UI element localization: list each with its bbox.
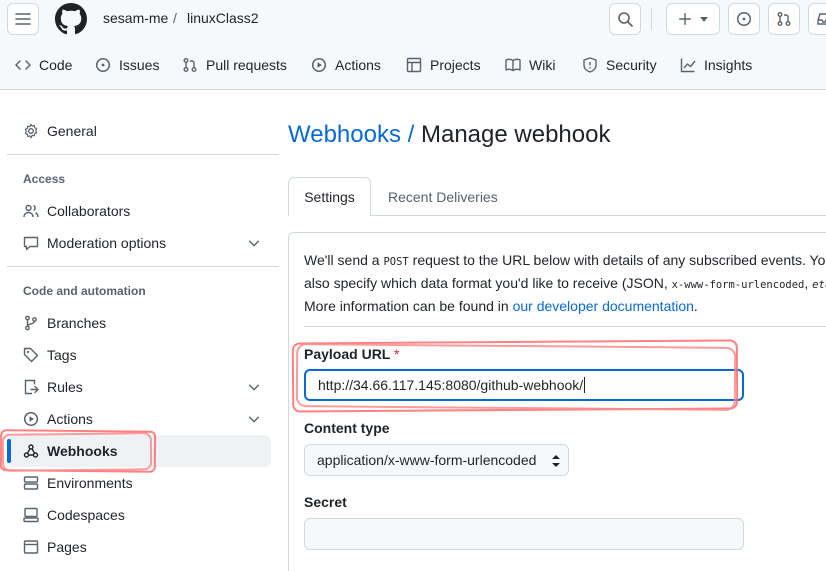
sidebar-item-general[interactable]: General [7,115,271,147]
content-type-select[interactable]: application/x-www-form-urlencoded [304,444,569,476]
sidebar-divider [7,266,279,267]
sidebar-item-collaborators[interactable]: Collaborators [7,195,271,227]
book-icon [505,58,521,72]
sidebar-item-label: Pages [47,539,87,555]
repo-tab-issues[interactable]: Issues [95,57,159,73]
menu-button[interactable] [7,3,39,35]
chevron-down-icon [248,240,260,247]
play-icon [311,57,327,73]
triangle-down-icon [700,17,708,22]
graph-icon [680,58,696,73]
search-icon [618,12,633,27]
sidebar-item-label: Branches [47,315,107,331]
repo-tab-pull-requests[interactable]: Pull requests [182,57,287,73]
github-logo-icon[interactable] [55,3,87,35]
shield-icon [583,57,597,73]
sidebar-item-tags[interactable]: Tags [7,339,271,371]
sidebar-item-moderation[interactable]: Moderation options [7,227,271,259]
sidebar-item-rules[interactable]: Rules [7,371,271,403]
issues-button[interactable] [728,3,760,35]
report-icon [23,236,39,251]
developer-docs-link[interactable]: our developer documentation [513,298,694,314]
branch-icon [25,315,37,331]
repo-tab-label: Pull requests [206,57,287,73]
breadcrumb-separator: / [173,10,177,26]
sidebar-item-label: Moderation options [47,235,167,251]
format-code: x-www-form-urlencoded [671,279,805,291]
repo-tab-label: Projects [430,57,481,73]
repo-tab-label: Code [39,57,73,73]
secret-label: Secret [304,494,347,510]
sidebar-item-branches[interactable]: Branches [7,307,271,339]
app-header: sesam-me / linuxClass2 [0,0,826,40]
breadcrumb-repo[interactable]: linuxClass2 [187,10,259,26]
chevron-down-icon [248,384,260,391]
select-arrows-icon [552,455,560,467]
repo-nav: Code Issues Pull requests Actions Projec… [0,40,826,90]
title-text: Manage webhook [420,121,611,148]
repo-tab-actions[interactable]: Actions [311,57,381,73]
server-icon [23,476,39,490]
sidebar-divider [7,154,279,155]
browser-icon [23,540,39,554]
webhook-description: We'll send a POST request to the URL bel… [304,252,826,314]
repo-tab-wiki[interactable]: Wiki [505,57,555,73]
title-separator: / [400,121,421,148]
chevron-down-icon [248,416,260,423]
sidebar-heading-code-automation: Code and automation [23,284,146,298]
tag-icon [23,347,39,363]
repo-tab-label: Insights [704,57,753,73]
page-title: Webhooks / Manage webhook [288,121,610,149]
search-button[interactable] [609,3,641,35]
sidebar-item-codespaces[interactable]: Codespaces [7,499,271,531]
sidebar-item-label: General [47,123,97,139]
plus-icon [679,13,691,25]
repo-tab-label: Security [606,57,657,73]
header-divider [651,8,652,30]
content-type-label: Content type [304,420,390,436]
sidebar-item-label: Rules [47,379,83,395]
post-code: POST [383,256,409,268]
annotation-highlight [1,432,153,472]
sidebar-item-label: Collaborators [47,203,131,219]
create-new-button[interactable] [666,3,720,35]
repo-tab-label: Wiki [529,57,556,73]
pull-request-icon [183,58,197,72]
repo-tab-projects[interactable]: Projects [406,57,481,73]
sidebar-item-label: Codespaces [47,507,125,523]
pull-request-icon [777,12,791,26]
table-icon [406,57,422,73]
breadcrumb-owner[interactable]: sesam-me [103,10,168,26]
sidebar-item-label: Actions [47,411,93,427]
panel-divider [304,326,826,327]
code-icon [15,60,31,70]
play-icon [23,411,39,427]
issue-icon [95,57,111,73]
repo-tab-label: Issues [119,57,160,73]
issue-icon [736,11,752,27]
hamburger-icon [15,13,31,25]
tab-settings[interactable]: Settings [288,177,371,216]
webhooks-breadcrumb-link[interactable]: Webhooks [288,121,401,148]
sidebar-item-label: Tags [47,347,77,363]
tab-recent-deliveries[interactable]: Recent Deliveries [388,189,498,205]
repo-tab-code[interactable]: Code [15,57,72,73]
repo-tab-label: Actions [335,57,381,73]
inbox-icon [817,13,826,25]
sidebar-item-label: Environments [47,475,133,491]
inbox-button[interactable] [808,3,826,35]
people-icon [23,204,39,218]
pull-requests-button[interactable] [768,3,800,35]
repo-tab-insights[interactable]: Insights [680,57,752,73]
gear-icon [24,123,38,139]
repo-push-icon [24,379,39,395]
secret-input[interactable] [304,518,744,550]
repo-tab-security[interactable]: Security [582,57,657,73]
annotation-highlight [295,343,737,411]
codespaces-icon [23,507,39,523]
sidebar-heading-access: Access [23,172,66,186]
sidebar-item-pages[interactable]: Pages [7,531,271,563]
